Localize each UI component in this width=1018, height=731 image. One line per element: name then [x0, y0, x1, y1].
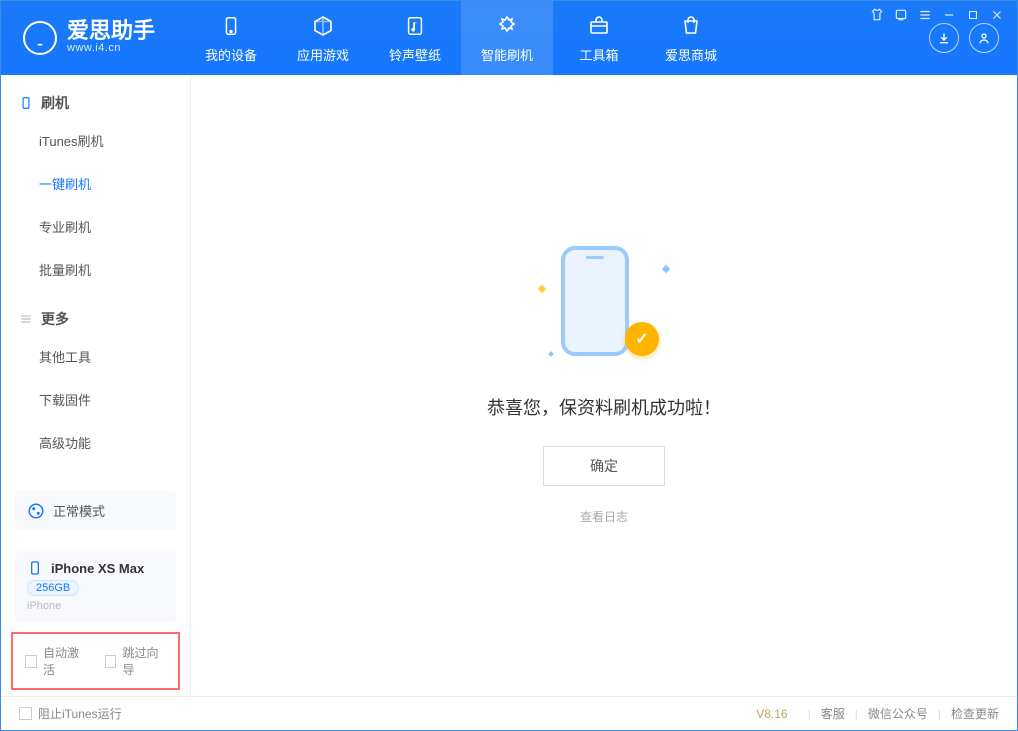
flash-icon	[494, 13, 520, 39]
tab-toolbox[interactable]: 工具箱	[553, 1, 645, 75]
window-controls	[870, 8, 1004, 22]
main-tabs: 我的设备 应用游戏 铃声壁纸 智能刷机 工具箱 爱思商城	[185, 1, 737, 75]
titlebar-right	[929, 23, 999, 53]
mode-label: 正常模式	[53, 501, 105, 520]
check-icon: ✓	[625, 322, 659, 356]
sidebar-item-batch-flash[interactable]: 批量刷机	[39, 248, 190, 291]
skin-icon[interactable]	[870, 8, 884, 22]
sidebar-section-more: 更多	[1, 291, 190, 335]
sidebar-item-itunes-flash[interactable]: iTunes刷机	[39, 119, 190, 162]
mode-icon	[27, 502, 45, 520]
device-icon	[218, 13, 244, 39]
feedback-icon[interactable]	[894, 8, 908, 22]
minimize-icon[interactable]	[942, 8, 956, 22]
sidebar: 刷机 iTunes刷机 一键刷机 专业刷机 批量刷机 更多 其他工具 下载固件 …	[1, 75, 191, 696]
support-link[interactable]: 客服	[821, 705, 845, 722]
version-label: V8.16	[756, 707, 787, 721]
sidebar-section-flash: 刷机	[1, 75, 190, 119]
device-name-text: iPhone XS Max	[51, 561, 144, 576]
ringtones-icon	[402, 13, 428, 39]
checkbox-auto-activate[interactable]: 自动激活	[25, 644, 87, 678]
device-type: iPhone	[27, 600, 164, 612]
sidebar-item-other-tools[interactable]: 其他工具	[39, 335, 190, 378]
sidebar-item-oneclick-flash[interactable]: 一键刷机	[39, 162, 190, 205]
ok-button[interactable]: 确定	[543, 446, 665, 486]
device-icon	[27, 560, 43, 576]
apps-icon	[310, 13, 336, 39]
logo-icon	[23, 21, 57, 55]
titlebar: 爱思助手 www.i4.cn 我的设备 应用游戏 铃声壁纸 智能刷机 工具箱 爱…	[1, 1, 1017, 75]
checkbox-block-itunes[interactable]: 阻止iTunes运行	[19, 705, 122, 722]
device-capacity-badge: 256GB	[27, 580, 79, 596]
app-logo: 爱思助手 www.i4.cn	[23, 20, 155, 55]
app-name: 爱思助手	[67, 20, 155, 42]
more-icon	[19, 312, 33, 326]
check-update-link[interactable]: 检查更新	[951, 705, 999, 722]
user-button[interactable]	[969, 23, 999, 53]
sidebar-item-pro-flash[interactable]: 专业刷机	[39, 205, 190, 248]
checkbox-skip-setup[interactable]: 跳过向导	[105, 644, 167, 678]
success-illustration: ✓	[539, 246, 669, 366]
main-content: ✓ 恭喜您，保资料刷机成功啦！ 确定 查看日志	[191, 75, 1017, 696]
success-message: 恭喜您，保资料刷机成功啦！	[487, 394, 721, 420]
sidebar-item-advanced[interactable]: 高级功能	[39, 421, 190, 464]
wechat-link[interactable]: 微信公众号	[868, 705, 928, 722]
mode-card[interactable]: 正常模式	[15, 491, 176, 530]
toolbox-icon	[586, 13, 612, 39]
store-icon	[678, 13, 704, 39]
menu-icon[interactable]	[918, 8, 932, 22]
sidebar-item-download-fw[interactable]: 下载固件	[39, 378, 190, 421]
maximize-icon[interactable]	[966, 8, 980, 22]
tab-ringtones[interactable]: 铃声壁纸	[369, 1, 461, 75]
statusbar: 阻止iTunes运行 V8.16 | 客服 | 微信公众号 | 检查更新	[1, 696, 1017, 730]
tab-store[interactable]: 爱思商城	[645, 1, 737, 75]
phone-icon	[561, 246, 629, 356]
flash-options-box: 自动激活 跳过向导	[11, 632, 180, 690]
view-log-link[interactable]: 查看日志	[580, 508, 628, 525]
device-card[interactable]: iPhone XS Max 256GB iPhone	[15, 550, 176, 622]
tab-device[interactable]: 我的设备	[185, 1, 277, 75]
tab-apps[interactable]: 应用游戏	[277, 1, 369, 75]
app-domain: www.i4.cn	[67, 42, 155, 55]
phone-icon	[19, 96, 33, 110]
close-icon[interactable]	[990, 8, 1004, 22]
download-button[interactable]	[929, 23, 959, 53]
tab-flash[interactable]: 智能刷机	[461, 1, 553, 75]
